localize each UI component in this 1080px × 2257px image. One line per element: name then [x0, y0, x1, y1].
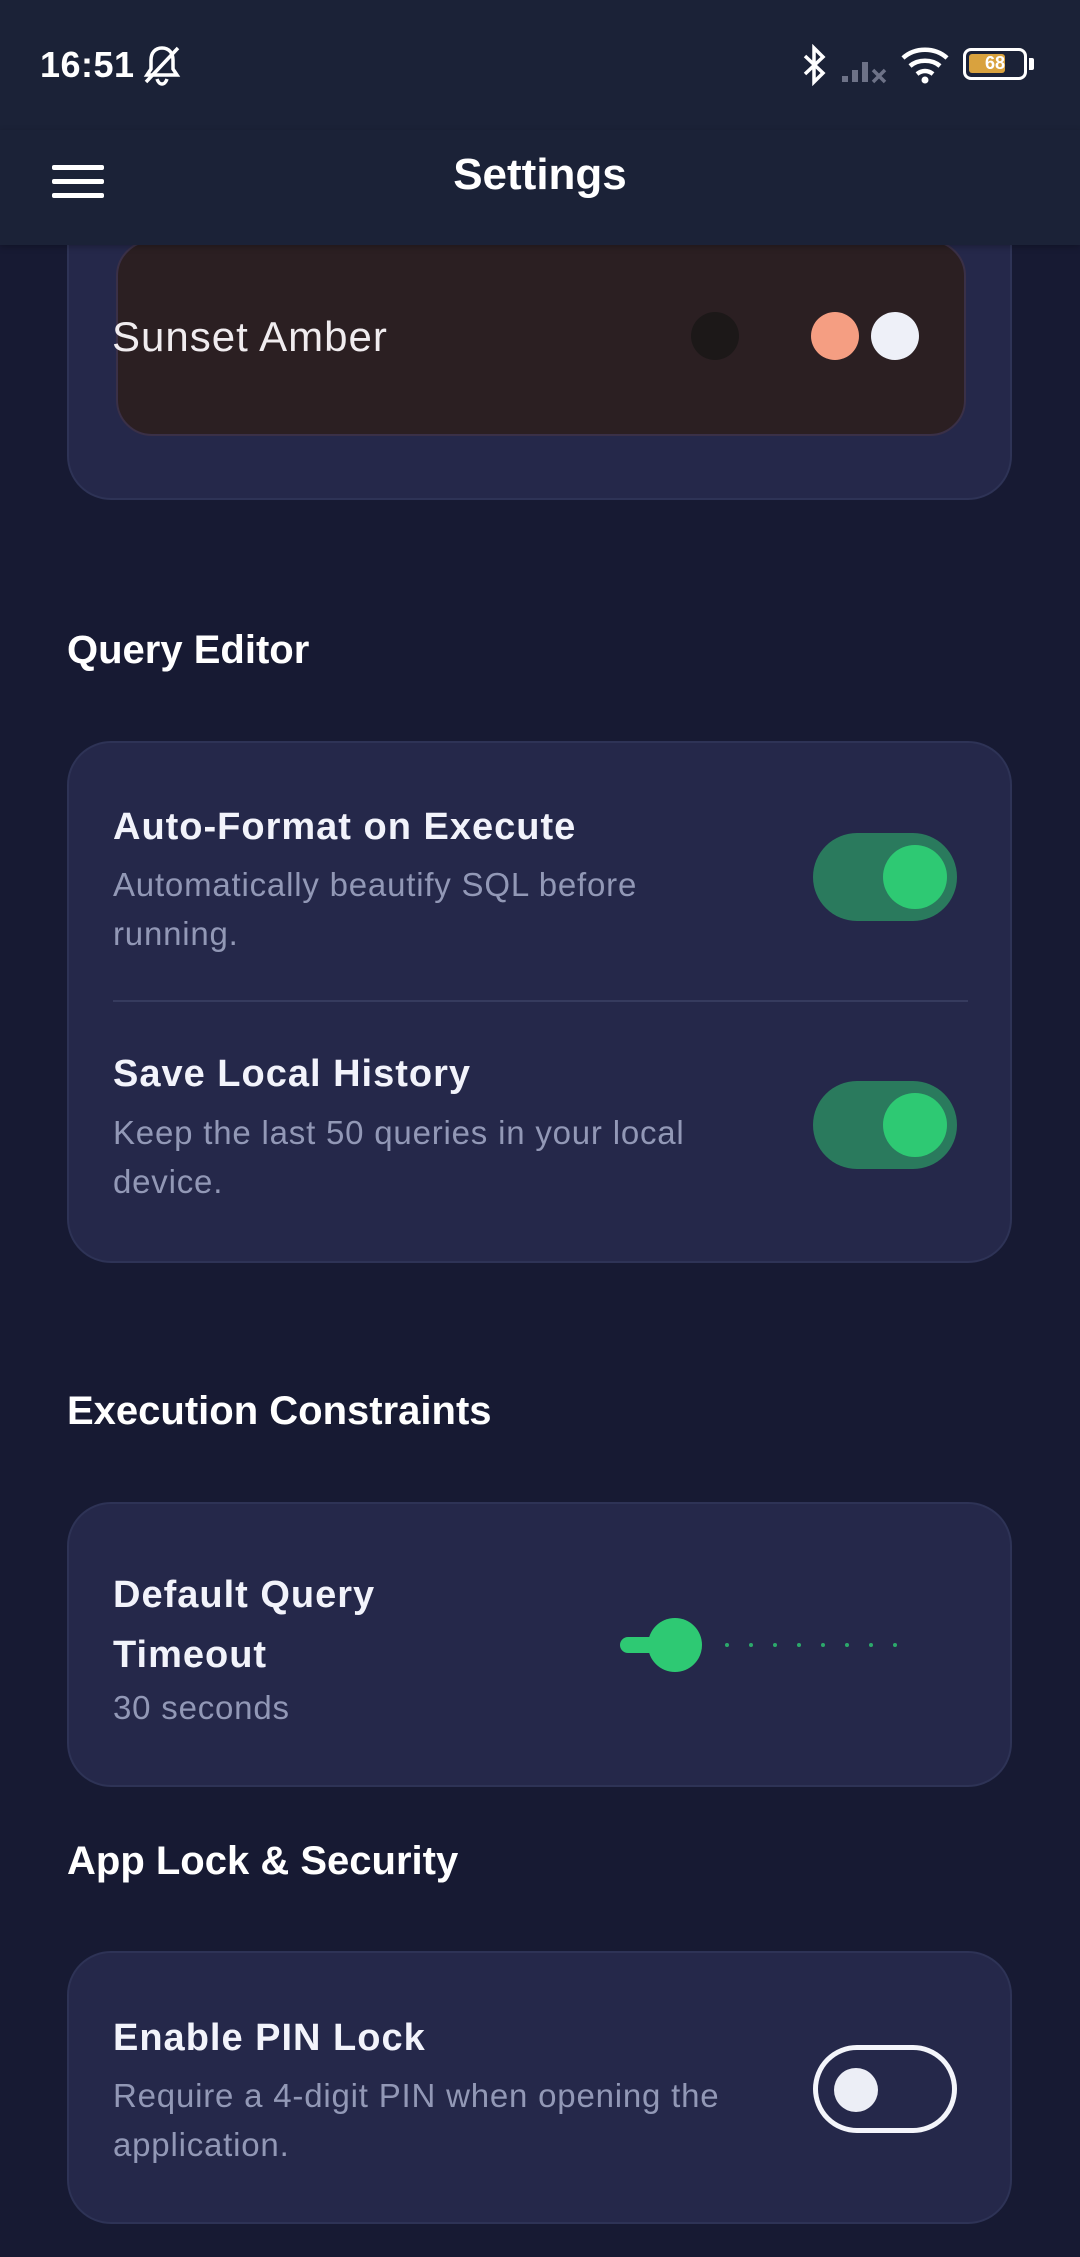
- status-bar: 16:51 68: [0, 0, 1080, 130]
- bell-muted-icon: [143, 46, 181, 86]
- toggle-knob: [883, 845, 947, 909]
- slider-tick: [821, 1643, 825, 1647]
- theme-swatch-accent: [811, 312, 859, 360]
- section-title-security: App Lock & Security: [67, 1839, 459, 1883]
- slider-tick: [845, 1643, 849, 1647]
- settings-content[interactable]: Sunset Amber Query Editor Auto-Format on…: [0, 0, 1080, 2257]
- toggle-knob: [834, 2068, 878, 2112]
- section-title-execution-constraints: Execution Constraints: [67, 1389, 492, 1433]
- section-title-query-editor: Query Editor: [67, 628, 310, 672]
- slider-tick: [869, 1643, 873, 1647]
- timeout-value: 30 seconds: [113, 1689, 290, 1726]
- wifi-icon: [901, 47, 949, 84]
- slider-tick: [725, 1643, 729, 1647]
- signal-icon: [842, 62, 887, 84]
- bluetooth-icon: [803, 44, 826, 86]
- save-history-toggle[interactable]: [813, 1081, 957, 1169]
- pin-lock-title: Enable PIN Lock: [113, 2017, 426, 2059]
- pin-lock-description: Require a 4-digit PIN when opening the a…: [113, 2077, 720, 2163]
- pin-lock-toggle[interactable]: [813, 2045, 957, 2133]
- slider-thumb[interactable]: [648, 1618, 702, 1672]
- theme-swatch-light: [871, 312, 919, 360]
- auto-format-toggle[interactable]: [813, 833, 957, 921]
- save-history-title: Save Local History: [113, 1053, 472, 1095]
- toggle-knob: [883, 1093, 947, 1157]
- slider-tick: [893, 1643, 897, 1647]
- theme-option-label: Sunset Amber: [112, 313, 388, 360]
- status-time: 16:51: [40, 44, 135, 85]
- slider-tick: [797, 1643, 801, 1647]
- slider-tick: [749, 1643, 753, 1647]
- slider-tick: [773, 1643, 777, 1647]
- timeout-title: Default Query Timeout: [113, 1574, 376, 1676]
- app-bar: Settings: [0, 130, 1080, 245]
- battery-icon: 68: [963, 48, 1034, 80]
- auto-format-title: Auto-Format on Execute: [113, 806, 577, 848]
- save-history-description: Keep the last 50 queries in your local d…: [113, 1114, 685, 1200]
- auto-format-description: Automatically beautify SQL before runnin…: [113, 866, 638, 952]
- timeout-slider[interactable]: [618, 1615, 908, 1675]
- divider: [113, 1000, 968, 1002]
- page-title: Settings: [453, 150, 627, 199]
- battery-level: 68: [984, 53, 1006, 73]
- theme-swatch-dark: [691, 312, 739, 360]
